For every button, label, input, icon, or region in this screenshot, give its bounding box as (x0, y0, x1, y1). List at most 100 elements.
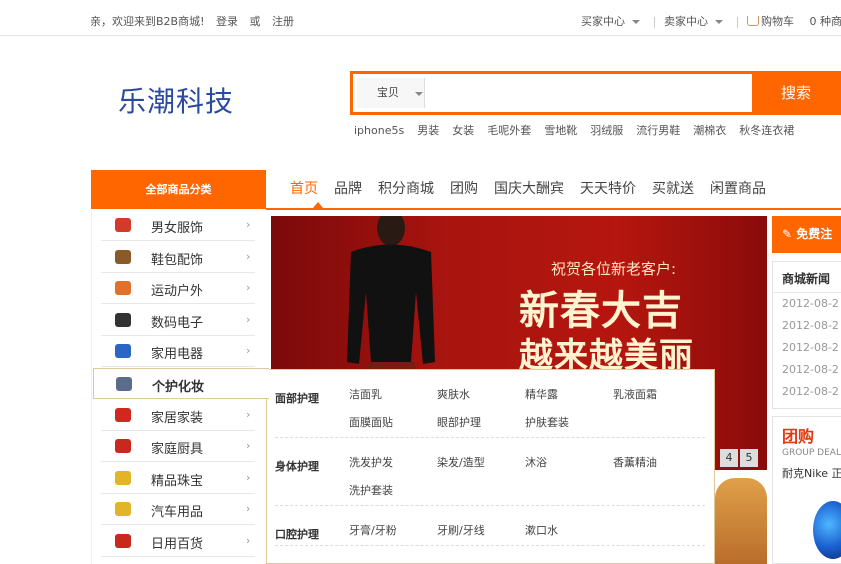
flyout-group-title[interactable]: 口腔护理 (275, 526, 319, 542)
hot-keyword-link[interactable]: 男装 (417, 124, 439, 137)
flyout-link[interactable]: 染发/造型 (437, 454, 485, 470)
register-link[interactable]: 注册 (272, 15, 294, 28)
news-item[interactable]: 2012-08-2 (773, 381, 841, 403)
sidebar-category-item[interactable]: 家庭厨具 › (101, 431, 255, 463)
cart-link[interactable]: 购物车 (747, 13, 798, 29)
sidebar-category-label: 精品珠宝 (151, 473, 204, 489)
flyout-link[interactable]: 精华露 (525, 386, 558, 402)
flyout-divider (275, 545, 705, 546)
sidebar-category-item[interactable]: 家用电器 › (101, 336, 255, 368)
flyout-divider (275, 505, 705, 506)
nav-tab[interactable]: 买就送 (652, 178, 694, 204)
hot-keyword-link[interactable]: 秋冬连衣裙 (739, 124, 794, 137)
hot-keyword-link[interactable]: 流行男鞋 (636, 124, 680, 137)
flyout-link[interactable]: 眼部护理 (437, 414, 481, 430)
flyout-link[interactable]: 爽肤水 (437, 386, 470, 402)
search-input[interactable] (429, 77, 749, 109)
sidebar-category-label: 汽车用品 (151, 505, 204, 521)
hot-keyword-link[interactable]: 雪地靴 (544, 124, 577, 137)
search-scope-select[interactable]: 宝贝 (357, 78, 425, 108)
sidebar-category-label: 鞋包配饰 (151, 252, 204, 268)
chevron-down-icon (632, 20, 640, 24)
sidebar-category-label: 男女服饰 (151, 221, 204, 236)
seller-center-menu[interactable]: 卖家中心 (664, 13, 723, 29)
flyout-link[interactable]: 面膜面贴 (349, 414, 393, 430)
chevron-right-icon: › (246, 249, 251, 263)
divider (736, 16, 738, 28)
sidebar-category-item[interactable]: 日用百货 › (101, 526, 255, 557)
nav-tab[interactable]: 团购 (450, 178, 478, 204)
cup-icon (115, 534, 131, 548)
search-button[interactable]: 搜索 (753, 71, 841, 115)
sidebar-category-label: 运动户外 (151, 284, 204, 300)
flyout-link[interactable]: 洗护套装 (349, 482, 393, 498)
flyout-group-title[interactable]: 身体护理 (275, 458, 319, 474)
sofa-icon (115, 407, 131, 422)
sidebar-category-item[interactable]: 汽车用品 › (101, 494, 255, 526)
news-item[interactable]: 2012-08-2 (773, 293, 841, 315)
sidebar-category-item[interactable]: 精品珠宝 › (101, 463, 255, 494)
login-link[interactable]: 登录 (216, 15, 238, 28)
hot-keyword-link[interactable]: 潮棉衣 (693, 124, 726, 137)
banner-page-5[interactable]: 5 (740, 449, 758, 467)
site-logo[interactable]: 乐潮科技 (118, 80, 234, 120)
group-buy-item[interactable]: 耐克Nike 正 (782, 465, 841, 481)
main-nav: 首页 品牌 积分商城 团购 国庆大酬宾 天天特价 买就送 闲置商品 (290, 178, 782, 204)
sidebar-category-label: 个护化妆 (152, 380, 205, 395)
jewelry-icon (115, 470, 131, 485)
nav-tab[interactable]: 天天特价 (580, 178, 636, 204)
flyout-group-title[interactable]: 面部护理 (275, 390, 319, 406)
news-item[interactable]: 2012-08-2 (773, 359, 841, 381)
chevron-right-icon: › (246, 312, 251, 326)
product-thumbnail[interactable] (715, 478, 767, 564)
free-register-button[interactable]: ✎ 免费注 (772, 216, 841, 253)
flyout-link[interactable]: 洗发护发 (349, 454, 393, 470)
hot-keyword-link[interactable]: 毛呢外套 (487, 124, 531, 137)
sidebar-category-label: 家庭厨具 (151, 442, 204, 458)
hot-keyword-link[interactable]: 女装 (452, 124, 474, 137)
flyout-link[interactable]: 牙膏/牙粉 (349, 522, 397, 538)
nav-tab[interactable]: 积分商城 (378, 178, 434, 204)
sidebar-category-item[interactable]: 个护化妆 (93, 368, 269, 399)
flyout-divider (275, 437, 705, 438)
chevron-right-icon: › (246, 502, 251, 516)
nav-tab[interactable]: 国庆大酬宾 (494, 178, 564, 204)
nav-tab[interactable]: 闲置商品 (710, 178, 766, 204)
basketball-icon (115, 281, 131, 296)
hot-keyword-link[interactable]: iphone5s (354, 124, 404, 137)
nav-tab[interactable]: 品牌 (334, 178, 362, 204)
sidebar-category-item[interactable]: 男女服饰 › (101, 210, 255, 241)
banner-pager: 45 (718, 446, 758, 467)
sidebar-category-label: 日用百货 (151, 537, 204, 552)
cart-icon (747, 16, 759, 26)
flyout-link[interactable]: 护肤套装 (525, 414, 569, 430)
tv-icon (115, 344, 131, 359)
flyout-link[interactable]: 洁面乳 (349, 386, 382, 402)
sidebar-category-item[interactable]: 数码电子 › (101, 305, 255, 336)
sidebar-category-label: 家用电器 (151, 347, 204, 363)
buyer-center-menu[interactable]: 买家中心 (581, 13, 640, 29)
sidebar-category-item[interactable]: 鞋包配饰 › (101, 242, 255, 273)
all-categories-header[interactable]: 全部商品分类 (91, 170, 266, 209)
nav-tab[interactable]: 首页 (290, 178, 318, 204)
flyout-link[interactable]: 香薰精油 (613, 454, 657, 470)
clothing-icon (115, 218, 131, 232)
cosmetics-icon (116, 377, 132, 391)
chevron-down-icon (415, 92, 423, 96)
flyout-link[interactable]: 牙刷/牙线 (437, 522, 485, 538)
flyout-link[interactable]: 沐浴 (525, 454, 547, 470)
account-menu: 买家中心 卖家中心 购物车 0 种商品 (581, 13, 841, 29)
flyout-link[interactable]: 漱口水 (525, 522, 558, 538)
group-buy-title: 团购 (782, 427, 815, 446)
shoe-image[interactable] (813, 501, 841, 559)
chevron-right-icon: › (246, 344, 251, 358)
sidebar-category-item[interactable]: 家居家装 › (101, 400, 255, 431)
banner-page-4[interactable]: 4 (720, 449, 738, 467)
hot-keyword-link[interactable]: 羽绒服 (590, 124, 623, 137)
flyout-link[interactable]: 乳液面霜 (613, 386, 657, 402)
chevron-right-icon: › (246, 534, 251, 547)
news-item[interactable]: 2012-08-2 (773, 315, 841, 337)
category-flyout: 面部护理 洁面乳 爽肤水 精华露 乳液面霜面膜面贴 眼部护理 护肤套装身体护理 洗发护发 染发/… (266, 369, 715, 564)
sidebar-category-item[interactable]: 运动户外 › (101, 273, 255, 305)
news-item[interactable]: 2012-08-2 (773, 337, 841, 359)
